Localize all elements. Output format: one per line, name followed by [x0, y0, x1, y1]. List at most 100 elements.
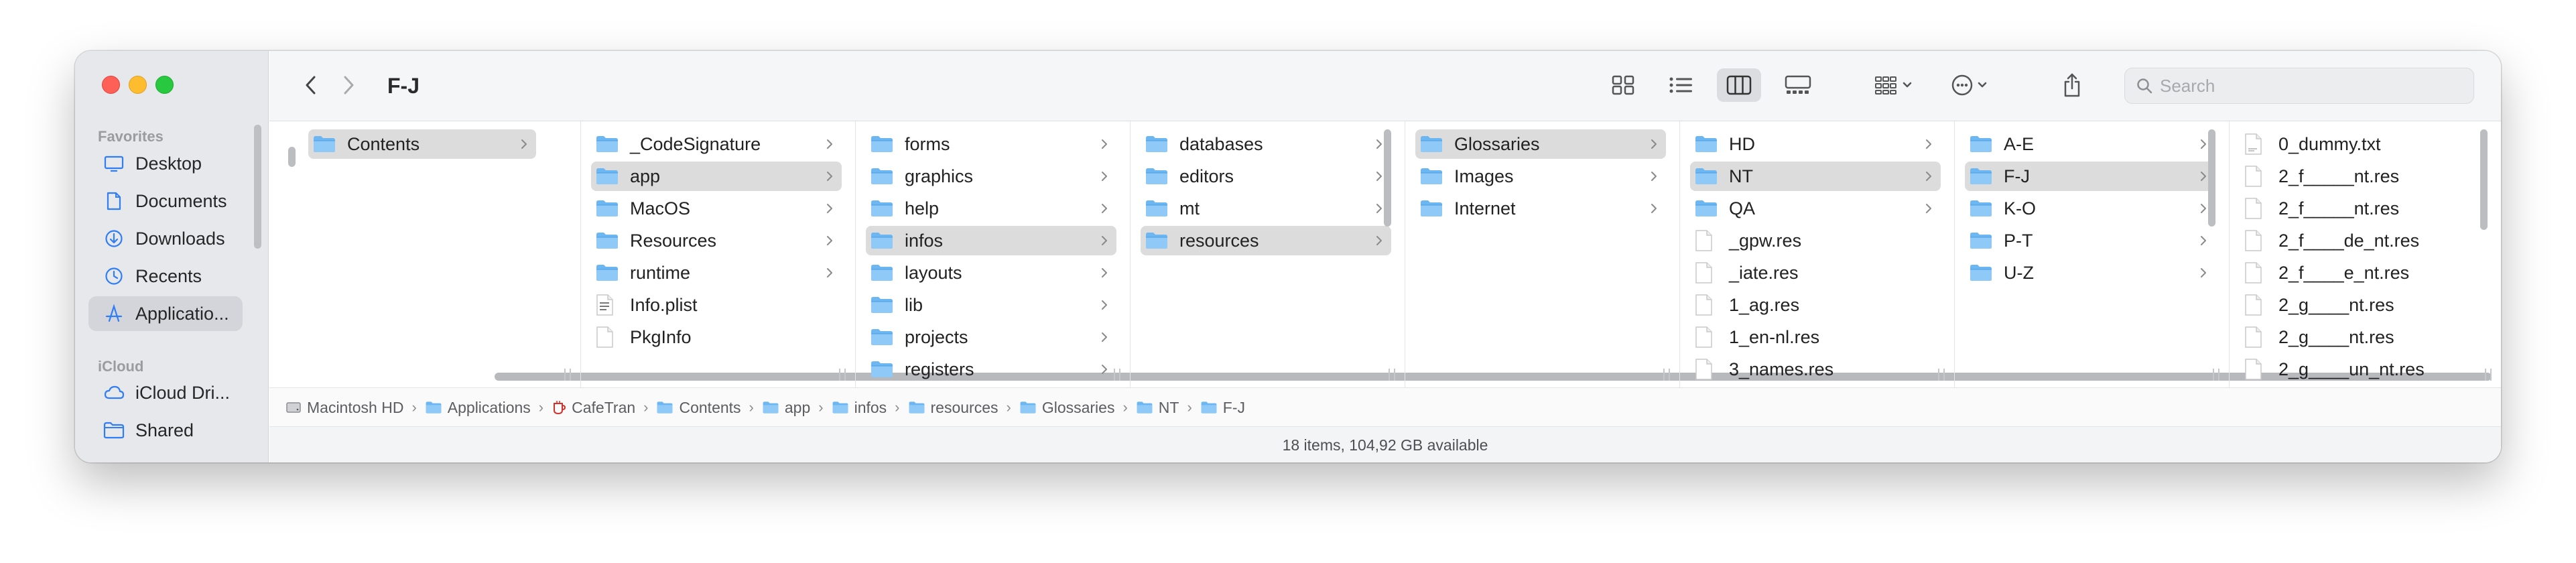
folder-item[interactable]: databases — [1141, 129, 1391, 159]
file-item[interactable]: 2_f_____nt.res — [2240, 194, 2488, 223]
folder-item[interactable]: HD — [1690, 129, 1941, 159]
path-separator-icon: › — [538, 399, 544, 416]
file-item[interactable]: 2_f_____nt.res — [2240, 162, 2488, 191]
folder-item[interactable]: forms — [866, 129, 1116, 159]
file-item[interactable]: 1_en-nl.res — [1690, 322, 1941, 352]
folder-item[interactable]: P-T — [1965, 226, 2215, 255]
column-resize-handle[interactable] — [1938, 369, 1945, 381]
file-item[interactable]: 2_f____de_nt.res — [2240, 226, 2488, 255]
column-resize-handle[interactable] — [839, 369, 846, 381]
path-crumb[interactable]: Contents — [656, 399, 741, 417]
folder-icon — [1419, 199, 1445, 218]
folder-item[interactable]: resources — [1141, 226, 1391, 255]
sidebar-item[interactable]: Documents — [88, 184, 243, 218]
sidebar-item-label: Desktop — [135, 153, 202, 174]
sidebar-item[interactable]: Recents — [88, 259, 243, 294]
folder-item[interactable]: U-Z — [1965, 258, 2215, 288]
file-item[interactable]: 1_ag.res — [1690, 290, 1941, 320]
column-resize-handle[interactable] — [1114, 369, 1120, 381]
folder-item[interactable]: Images — [1415, 162, 1666, 191]
path-crumb[interactable]: infos — [832, 399, 887, 417]
folder-item[interactable]: Internet — [1415, 194, 1666, 223]
sidebar-item[interactable]: Applicatio... — [88, 296, 243, 331]
folder-item[interactable]: editors — [1141, 162, 1391, 191]
folder-item[interactable]: A-E — [1965, 129, 2215, 159]
folder-item[interactable]: _CodeSignature — [591, 129, 842, 159]
folder-item[interactable]: infos — [866, 226, 1116, 255]
path-separator-icon: › — [895, 399, 900, 416]
folder-icon — [1419, 167, 1445, 186]
file-item[interactable]: 0_dummy.txt — [2240, 129, 2488, 159]
chevron-right-icon — [1376, 139, 1382, 149]
folder-item[interactable]: NT — [1690, 162, 1941, 191]
sidebar-item[interactable]: Shared — [88, 413, 243, 448]
file-item[interactable]: 2_f____e_nt.res — [2240, 258, 2488, 288]
column-resize-handle[interactable] — [1663, 369, 1670, 381]
gallery-view-button[interactable] — [1776, 68, 1820, 102]
share-button[interactable] — [2055, 68, 2089, 102]
item-name: _iate.res — [1729, 262, 1799, 283]
file-item[interactable]: 2_g____nt.res — [2240, 290, 2488, 320]
folder-item[interactable]: layouts — [866, 258, 1116, 288]
group-button[interactable] — [1864, 68, 1925, 102]
minimize-window-button[interactable] — [129, 76, 147, 94]
column-scrollbar[interactable] — [2480, 129, 2488, 230]
folder-item[interactable]: mt — [1141, 194, 1391, 223]
folder-item[interactable]: help — [866, 194, 1116, 223]
path-crumb[interactable]: Macintosh HD — [285, 399, 403, 417]
file-item[interactable]: 2_g____un_nt.res — [2240, 355, 2488, 384]
folder-icon — [870, 135, 895, 153]
column-resize-handle[interactable] — [2485, 369, 2492, 381]
path-crumb[interactable]: NT — [1136, 399, 1179, 417]
folder-item[interactable]: lib — [866, 290, 1116, 320]
sidebar-item[interactable]: Downloads — [88, 221, 243, 256]
file-icon — [1694, 358, 1720, 381]
file-item[interactable]: _gpw.res — [1690, 226, 1941, 255]
file-item[interactable]: PkgInfo — [591, 322, 842, 352]
zoom-window-button[interactable] — [155, 76, 174, 94]
file-item[interactable]: _iate.res — [1690, 258, 1941, 288]
column-resize-handle[interactable] — [1389, 369, 1395, 381]
folder-item[interactable]: Resources — [591, 226, 842, 255]
file-item[interactable]: Info.plist — [591, 290, 842, 320]
folder-item[interactable]: Glossaries — [1415, 129, 1666, 159]
path-crumb[interactable]: app — [762, 399, 810, 417]
item-name: app — [630, 166, 661, 186]
folder-icon — [870, 263, 895, 282]
file-item[interactable]: 3_names.res — [1690, 355, 1941, 384]
path-crumb[interactable]: Applications — [425, 399, 531, 417]
folder-item[interactable]: QA — [1690, 194, 1941, 223]
path-crumb[interactable]: Glossaries — [1019, 399, 1114, 417]
column-resize-handle[interactable] — [2213, 369, 2219, 381]
folder-item[interactable]: projects — [866, 322, 1116, 352]
folder-item[interactable]: K-O — [1965, 194, 2215, 223]
search-field[interactable] — [2124, 68, 2474, 104]
back-button[interactable] — [296, 68, 326, 102]
sidebar-scrollbar[interactable] — [254, 125, 261, 249]
column-scrollbar[interactable] — [288, 147, 296, 167]
list-view-button[interactable] — [1659, 68, 1702, 102]
file-item[interactable]: 2_g____nt.res — [2240, 322, 2488, 352]
action-button[interactable] — [1942, 68, 2000, 102]
path-crumb[interactable]: resources — [908, 399, 998, 417]
folder-item[interactable]: app — [591, 162, 842, 191]
folder-icon — [870, 167, 895, 186]
sidebar-item[interactable]: Desktop — [88, 146, 243, 181]
folder-item[interactable]: registers — [866, 355, 1116, 384]
folder-item[interactable]: Contents — [308, 129, 536, 159]
column-resize-handle[interactable] — [564, 369, 571, 381]
folder-item[interactable]: runtime — [591, 258, 842, 288]
column-view-button[interactable] — [1717, 68, 1761, 102]
column-scrollbar[interactable] — [2208, 129, 2215, 227]
sidebar-item[interactable]: iCloud Dri... — [88, 375, 243, 410]
column-scrollbar[interactable] — [1384, 129, 1391, 227]
icon-view-button[interactable] — [1602, 68, 1645, 102]
folder-item[interactable]: graphics — [866, 162, 1116, 191]
search-input[interactable] — [2159, 74, 2456, 97]
folder-item[interactable]: F-J — [1965, 162, 2215, 191]
close-window-button[interactable] — [102, 76, 120, 94]
folder-item[interactable]: MacOS — [591, 194, 842, 223]
forward-button[interactable] — [334, 68, 363, 102]
path-crumb[interactable]: F-J — [1200, 399, 1245, 417]
path-crumb[interactable]: CafeTran — [552, 399, 635, 417]
